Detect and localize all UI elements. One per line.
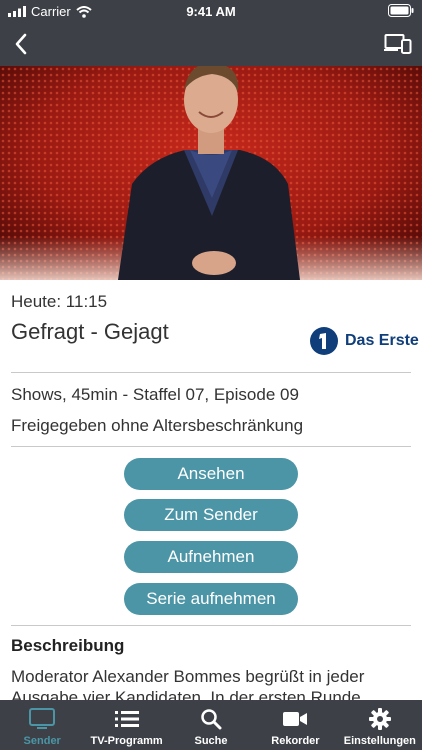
devices-icon <box>384 34 412 54</box>
tab-einstellungen[interactable]: Einstellungen <box>338 700 422 750</box>
record-button[interactable]: Aufnehmen <box>124 541 298 573</box>
tab-label: Sender <box>23 735 61 747</box>
tab-tv-programm[interactable]: TV-Programm <box>84 700 168 750</box>
program-info: Shows, 45min - Staffel 07, Episode 09 <box>11 385 299 404</box>
chevron-left-icon <box>15 33 27 55</box>
program-image <box>0 66 422 280</box>
channel-logo: Das Erste <box>309 326 419 356</box>
tab-label: TV-Programm <box>90 735 163 747</box>
navigation-bar <box>0 22 422 66</box>
tab-label: Suche <box>194 735 228 747</box>
status-bar: Carrier 9:41 AM <box>0 0 422 22</box>
program-title: Gefragt - Gejagt <box>11 319 169 344</box>
description-text: Moderator Alexander Bommes begrüßt in je… <box>11 667 365 700</box>
divider <box>11 446 411 447</box>
tv-icon <box>29 707 56 731</box>
tab-suche[interactable]: Suche <box>169 700 253 750</box>
status-time: 9:41 AM <box>186 4 236 19</box>
tab-sender[interactable]: Sender <box>0 700 84 750</box>
presenter-photo <box>0 66 422 280</box>
airtime: Heute: 11:15 <box>11 292 108 311</box>
devices-button[interactable] <box>384 32 412 56</box>
to-channel-button[interactable]: Zum Sender <box>124 499 298 531</box>
battery-icon <box>388 4 414 20</box>
divider <box>11 625 411 626</box>
das-erste-logo-icon <box>310 327 338 355</box>
video-camera-icon <box>282 707 308 731</box>
record-series-button[interactable]: Serie aufnehmen <box>124 583 298 615</box>
list-icon <box>114 707 140 731</box>
tab-label: Einstellungen <box>343 735 416 747</box>
tab-label: Rekorder <box>271 735 320 747</box>
age-rating: Freigegeben ohne Altersbeschränkung <box>11 416 304 435</box>
gear-icon <box>367 707 393 731</box>
tab-rekorder[interactable]: Rekorder <box>253 700 337 750</box>
tab-bar: Sender TV-Programm Suche Rekorder Einste… <box>0 700 422 750</box>
back-button[interactable] <box>8 30 36 58</box>
divider <box>11 372 411 373</box>
channel-name: Das Erste <box>345 332 419 349</box>
description-heading: Beschreibung <box>11 636 125 655</box>
watch-button[interactable]: Ansehen <box>124 458 298 490</box>
search-icon <box>198 707 224 731</box>
